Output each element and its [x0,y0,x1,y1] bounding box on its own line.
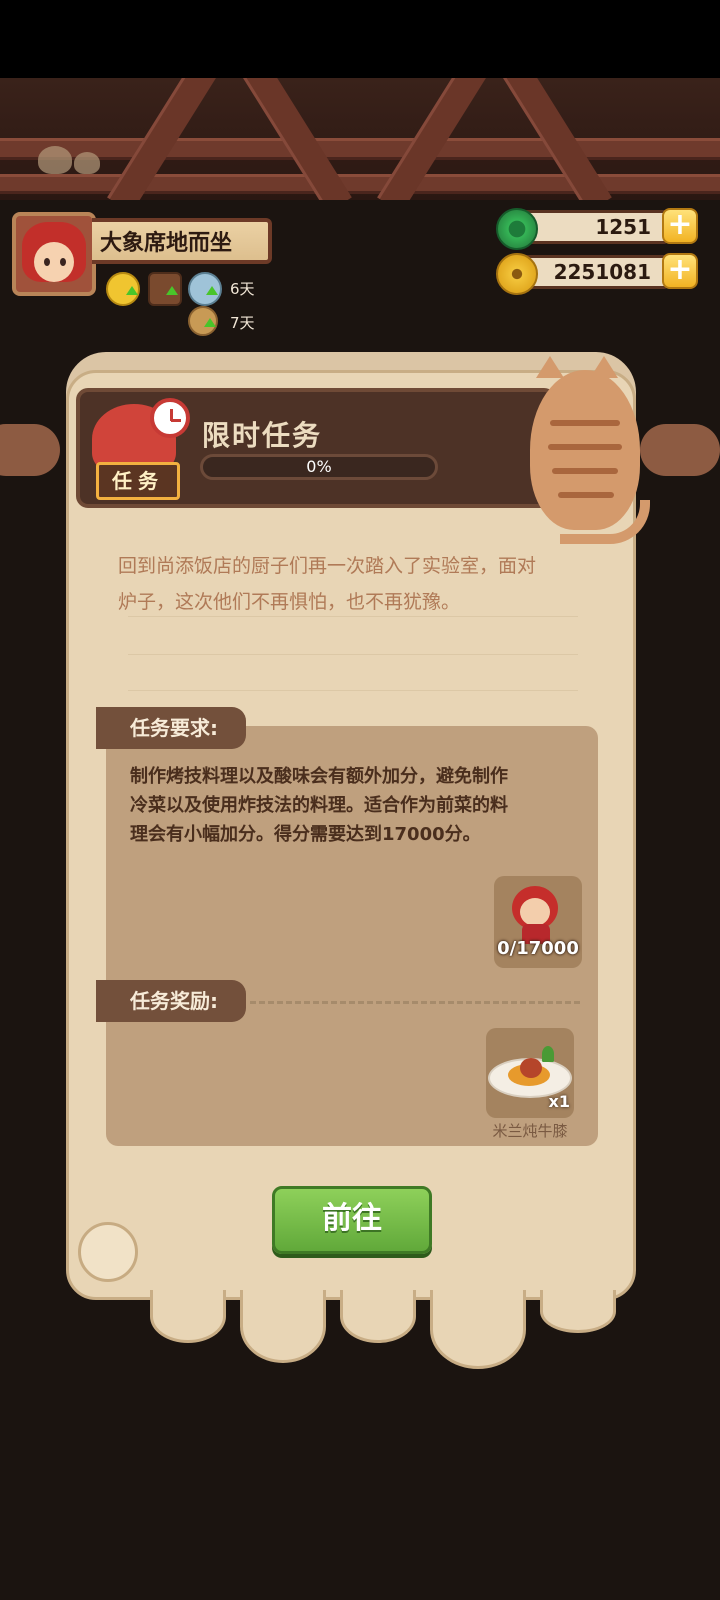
dish-meat [520,1058,542,1078]
go-button[interactable]: 前往 [272,1186,432,1254]
task-title: 限时任务 [202,419,323,452]
story-line: 炉子，这次他们不再惧怕，也不再犹豫。 [118,591,461,613]
up-arrow-icon [206,286,218,295]
reward-label: 任务奖励: [96,980,246,1022]
status-bar-area [0,0,720,78]
requirements-label: 任务要求: [96,707,246,749]
buff-duration: 6天 [230,280,255,298]
score-progress: 0/17000 [497,938,579,959]
requirements-line: 制作烤技料理以及酸味会有额外加分，避免制作 [130,766,508,787]
scroll-rod-right [640,424,720,476]
panel-drip [240,1290,326,1363]
panel-drip [430,1290,526,1369]
ruled-line [128,654,578,655]
player-name[interactable]: 大象席地而坐 [92,218,272,264]
requirements-line: 理会有小幅加分。得分需要达到17000分。 [130,824,481,845]
roof-beams-background [0,78,720,200]
requirements-line: 冷菜以及使用炸技法的料理。适合作为前菜的料 [130,795,508,816]
task-progress-bar: 0% [200,454,438,480]
cat-tail [560,500,650,544]
up-arrow-icon [166,286,178,295]
reward-name: 米兰炖牛膝 [492,1122,568,1140]
dish-herb [542,1046,554,1062]
add-coins-button[interactable]: + [662,253,698,289]
paper-curl [78,1222,138,1282]
panel-drip [540,1290,616,1333]
up-arrow-icon [204,318,216,327]
chef-face [520,898,550,926]
ruled-line [128,616,578,617]
requirements-text: 制作烤技料理以及酸味会有额外加分，避免制作 冷菜以及使用炸技法的料理。适合作为前… [130,762,580,849]
task-tag: 任务 [96,462,180,500]
chef-avatar-icon[interactable] [12,212,96,296]
task-story: 回到尚添饭店的厨子们再一次踏入了实验室，面对 炉子，这次他们不再惧怕，也不再犹豫… [118,548,588,620]
divider [250,1001,580,1004]
reward-item-card[interactable]: x1 [486,1028,574,1118]
chick-decoration-icon [38,146,72,174]
up-arrow-icon [126,286,138,295]
panel-drip [340,1290,416,1343]
cat-ear [536,356,564,378]
beam [0,138,720,160]
beam [0,174,720,194]
panel-drip [150,1290,226,1343]
reward-quantity: x1 [548,1092,570,1111]
clock-icon [150,398,190,438]
gold-coin-icon [496,253,538,295]
chick-decoration-icon [74,152,100,174]
jade-icon [496,208,538,250]
ruled-line [128,690,578,691]
buff-duration: 7天 [230,314,255,332]
scroll-rod-left [0,424,60,476]
story-line: 回到尚添饭店的厨子们再一次踏入了实验室，面对 [118,555,537,577]
score-progress-card[interactable]: 0/17000 [494,876,582,968]
add-jade-button[interactable]: + [662,208,698,244]
